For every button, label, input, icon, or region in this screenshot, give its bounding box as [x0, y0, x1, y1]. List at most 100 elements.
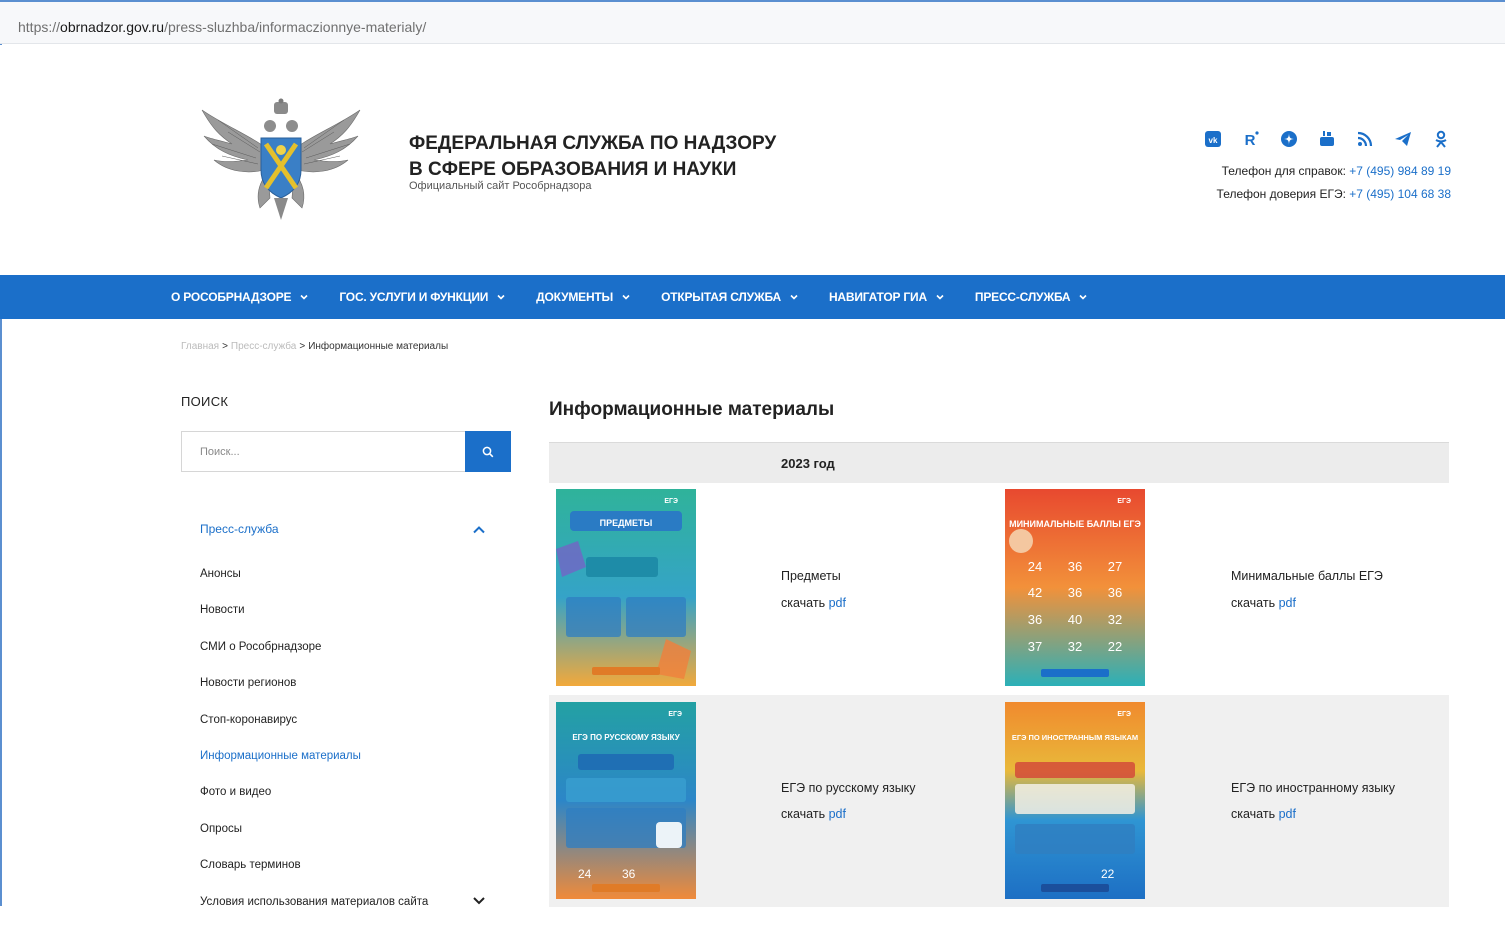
vk-icon[interactable]: vk	[1200, 128, 1226, 150]
nav-item-label: ГОС. УСЛУГИ И ФУНКЦИИ	[339, 290, 489, 304]
material-title: ЕГЭ по иностранному языку	[1231, 781, 1396, 795]
svg-text:ЕГЭ: ЕГЭ	[1117, 498, 1131, 505]
nav-item-label: НАВИГАТОР ГИА	[828, 290, 927, 304]
url-domain: obrnadzor.gov.ru	[60, 19, 165, 35]
breadcrumb-home[interactable]: Главная	[181, 341, 219, 352]
rss-icon[interactable]	[1352, 128, 1378, 150]
svg-text:36: 36	[1028, 612, 1042, 627]
hotline-phone: Телефон доверия ЕГЭ: +7 (495) 104 68 38	[1217, 187, 1451, 201]
nav-item-services[interactable]: ГОС. УСЛУГИ И ФУНКЦИИ	[339, 290, 506, 304]
nav-item-label: ПРЕСС-СЛУЖБА	[974, 290, 1071, 304]
svg-text:36: 36	[622, 867, 636, 881]
svg-text:ЕГЭ: ЕГЭ	[664, 498, 678, 505]
svg-text:36: 36	[1068, 559, 1082, 574]
site-subtitle: Официальный сайт Рособрнадзора	[409, 180, 592, 192]
svg-text:37: 37	[1028, 639, 1042, 654]
rutube-icon[interactable]: R	[1238, 128, 1264, 150]
nav-item-gia-navigator[interactable]: НАВИГАТОР ГИА	[829, 290, 945, 304]
address-url[interactable]: https://obrnadzor.gov.ru/press-sluzhba/i…	[18, 19, 426, 35]
breadcrumb-separator: >	[299, 341, 306, 352]
download-row: скачать pdf	[1231, 807, 1296, 821]
site-title[interactable]: ФЕДЕРАЛЬНАЯ СЛУЖБА ПО НАДЗОРУ В СФЕРЕ ОБ…	[409, 131, 789, 183]
svg-text:40: 40	[1068, 612, 1082, 627]
hotline-phone-link[interactable]: +7 (495) 104 68 38	[1349, 187, 1451, 201]
nav-item-open-service[interactable]: ОТКРЫТАЯ СЛУЖБА	[661, 290, 799, 304]
poster-min-scores-image[interactable]: ЕГЭ МИНИМАЛЬНЫЕ БАЛЛЫ ЕГЭ 24 36 27 42 36 36 …	[1005, 489, 1145, 686]
chevron-down-icon[interactable]	[472, 896, 486, 906]
download-label: скачать	[781, 807, 829, 821]
chevron-down-icon	[300, 294, 308, 300]
breadcrumb-section[interactable]: Пресс-служба	[231, 341, 296, 352]
download-pdf-link[interactable]: pdf	[1279, 807, 1296, 821]
search-button[interactable]	[465, 431, 511, 472]
sidebar-item-announcements[interactable]: Анонсы	[200, 568, 500, 604]
svg-text:24: 24	[578, 867, 592, 881]
sidebar-item-regional-news[interactable]: Новости регионов	[200, 677, 500, 713]
dzen-icon[interactable]	[1276, 128, 1302, 150]
material-title: Предметы	[781, 569, 841, 583]
svg-text:22: 22	[1101, 867, 1115, 881]
sidebar-item-polls[interactable]: Опросы	[200, 823, 500, 859]
svg-text:ЕГЭ ПО РУССКОМУ ЯЗЫКУ: ЕГЭ ПО РУССКОМУ ЯЗЫКУ	[572, 733, 680, 742]
download-label: скачать	[1231, 596, 1279, 610]
sidebar-item-news[interactable]: Новости	[200, 604, 500, 640]
youtube-icon[interactable]	[1314, 128, 1340, 150]
reference-phone-link[interactable]: +7 (495) 984 89 19	[1349, 164, 1451, 178]
telegram-icon[interactable]	[1390, 128, 1416, 150]
search-input[interactable]	[181, 431, 466, 472]
poster-subjects-image[interactable]: ПРЕДМЕТЫ ЕГЭ	[556, 489, 696, 686]
sidebar-item-photo-video[interactable]: Фото и видео	[200, 786, 500, 822]
chevron-down-icon	[936, 294, 944, 300]
nav-item-press[interactable]: ПРЕСС-СЛУЖБА	[975, 290, 1089, 304]
svg-text:27: 27	[1108, 559, 1122, 574]
url-path: /press-sluzhba/informaczionnye-materialy…	[164, 19, 427, 35]
sidebar-item-stop-coronavirus[interactable]: Стоп-коронавирус	[200, 714, 500, 750]
svg-text:32: 32	[1068, 639, 1082, 654]
url-scheme: https://	[18, 19, 61, 35]
download-row: скачать pdf	[781, 596, 846, 610]
rosobrnadzor-emblem-logo[interactable]	[198, 98, 364, 223]
poster-russian-image[interactable]: ЕГЭ ЕГЭ ПО РУССКОМУ ЯЗЫКУ 24 36	[556, 702, 696, 899]
poster-foreign-languages-image[interactable]: ЕГЭ ЕГЭ ПО ИНОСТРАННЫМ ЯЗЫКАМ 22	[1005, 702, 1145, 899]
download-row: скачать pdf	[781, 807, 846, 821]
chevron-down-icon	[790, 294, 798, 300]
download-pdf-link[interactable]: pdf	[1279, 596, 1296, 610]
download-label: скачать	[781, 596, 829, 610]
material-title: Минимальные баллы ЕГЭ	[1231, 569, 1383, 583]
nav-item-label: О РОСОБРНАДЗОРЕ	[171, 290, 292, 304]
svg-text:МИНИМАЛЬНЫЕ БАЛЛЫ ЕГЭ: МИНИМАЛЬНЫЕ БАЛЛЫ ЕГЭ	[1009, 519, 1141, 529]
svg-text:ЕГЭ: ЕГЭ	[1117, 711, 1131, 718]
sidebar-item-glossary[interactable]: Словарь терминов	[200, 859, 500, 895]
year-header: 2023 год	[549, 442, 1449, 483]
reference-phone-label: Телефон для справок:	[1221, 164, 1350, 178]
sidebar-item-media[interactable]: СМИ о Рособрнадзоре	[200, 641, 500, 677]
sidebar-section-press[interactable]: Пресс-служба	[200, 522, 279, 536]
svg-text:ЕГЭ: ЕГЭ	[668, 711, 682, 718]
year-label: 2023 год	[781, 456, 835, 471]
chevron-down-icon	[497, 294, 505, 300]
download-pdf-link[interactable]: pdf	[829, 807, 846, 821]
chevron-up-icon[interactable]	[472, 523, 486, 537]
nav-item-label: ДОКУМЕНТЫ	[536, 290, 614, 304]
nav-item-about[interactable]: О РОСОБРНАДЗОРЕ	[171, 290, 309, 304]
table-row: ПРЕДМЕТЫ ЕГЭ Предметы скачать pdf ЕГЭ МИ…	[549, 483, 1449, 695]
sidebar-menu: Анонсы Новости СМИ о Рособрнадзоре Новос…	[200, 568, 500, 932]
svg-text:vk: vk	[1209, 136, 1218, 145]
sidebar-item-info-materials[interactable]: Информационные материалы	[200, 750, 500, 786]
address-bar[interactable]: https://obrnadzor.gov.ru/press-sluzhba/i…	[0, 0, 1505, 44]
odnoklassniki-icon[interactable]	[1428, 128, 1454, 150]
breadcrumb: Главная > Пресс-служба > Информационные мате…	[181, 341, 448, 352]
nav-item-documents[interactable]: ДОКУМЕНТЫ	[536, 290, 631, 304]
breadcrumb-current: Информационные материалы	[308, 341, 449, 352]
svg-text:R: R	[1245, 132, 1256, 148]
materials-table: 2023 год ПРЕДМЕТЫ ЕГЭ Предметы скачать p…	[549, 442, 1449, 907]
search-icon	[482, 446, 494, 457]
hotline-phone-label: Телефон доверия ЕГЭ:	[1216, 187, 1350, 201]
download-pdf-link[interactable]: pdf	[829, 596, 846, 610]
svg-text:24: 24	[1028, 559, 1042, 574]
sidebar-item-terms-of-use[interactable]: Условия использования материалов сайта	[200, 896, 500, 932]
breadcrumb-separator: >	[222, 341, 228, 352]
main-navigation: О РОСОБРНАДЗОРЕ ГОС. УСЛУГИ И ФУНКЦИИ ДО…	[0, 275, 1505, 319]
nav-item-label: ОТКРЫТАЯ СЛУЖБА	[661, 290, 781, 304]
chevron-down-icon	[622, 294, 630, 300]
